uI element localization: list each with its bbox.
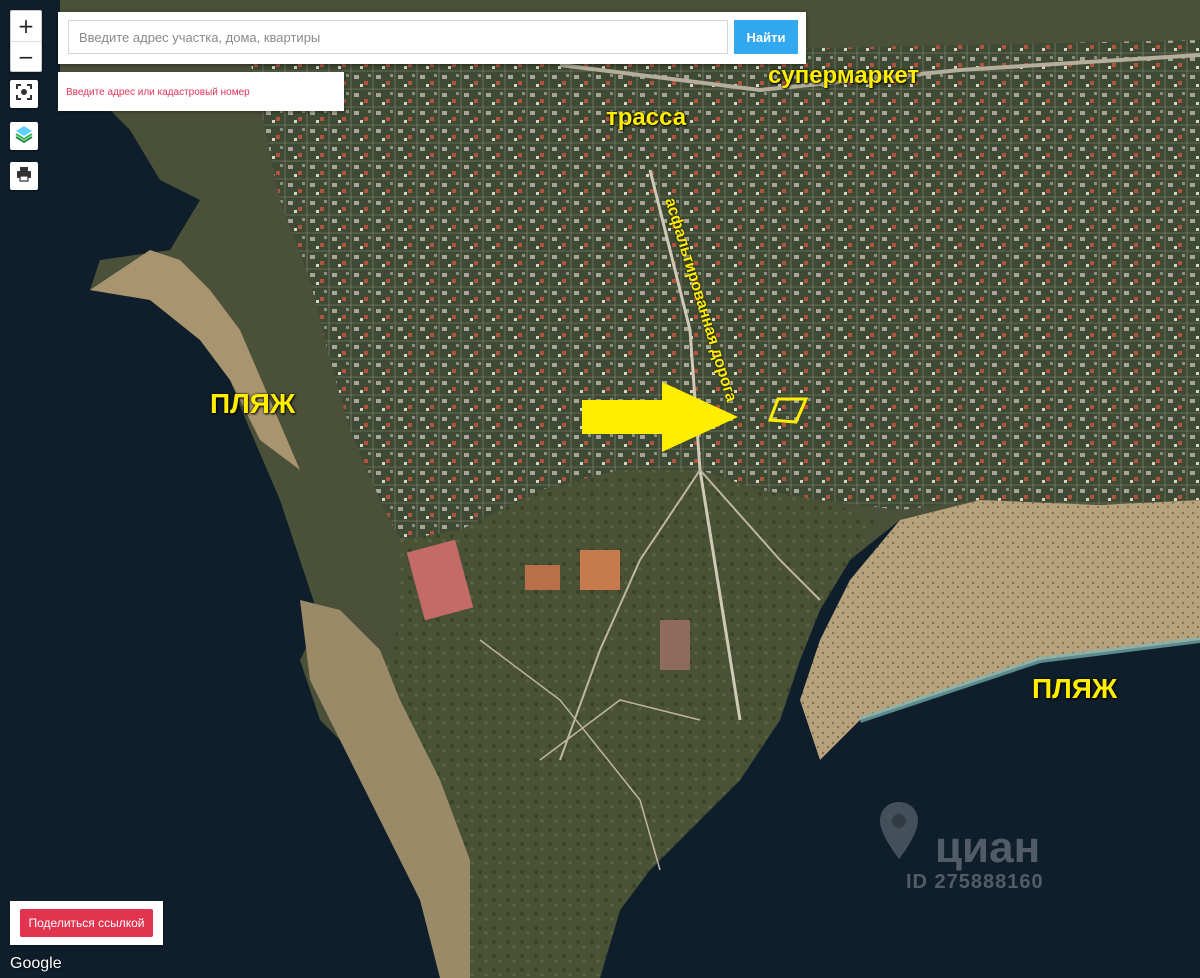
cadastral-search-input[interactable] [64,80,338,104]
label-beach-east: ПЛЯЖ [1032,673,1118,704]
share-link-button[interactable]: Поделиться ссылкой [20,909,153,937]
watermark-id: ID 275888160 [906,871,1044,893]
label-supermarket: супермаркет [768,62,920,89]
fullscreen-button[interactable] [10,80,38,108]
zoom-out-button[interactable]: − [11,42,41,72]
search-button[interactable]: Найти [734,20,798,54]
label-highway: трасса [606,104,687,131]
label-beach-west: ПЛЯЖ [210,388,296,419]
cadastral-search-panel [58,72,344,111]
zoom-in-button[interactable]: + [11,11,41,42]
address-search-panel: Найти [58,12,806,64]
location-pin-icon [876,800,922,867]
print-button[interactable] [10,162,38,190]
layers-button[interactable] [10,122,38,150]
print-icon [15,165,33,188]
layers-icon [14,124,34,149]
zoom-control: + − [10,10,42,72]
google-logo[interactable]: Google [10,955,62,973]
watermark-brand: циан [935,823,1041,872]
share-panel: Поделиться ссылкой [10,901,163,945]
address-search-input[interactable] [68,20,728,54]
fullscreen-icon [15,83,33,106]
